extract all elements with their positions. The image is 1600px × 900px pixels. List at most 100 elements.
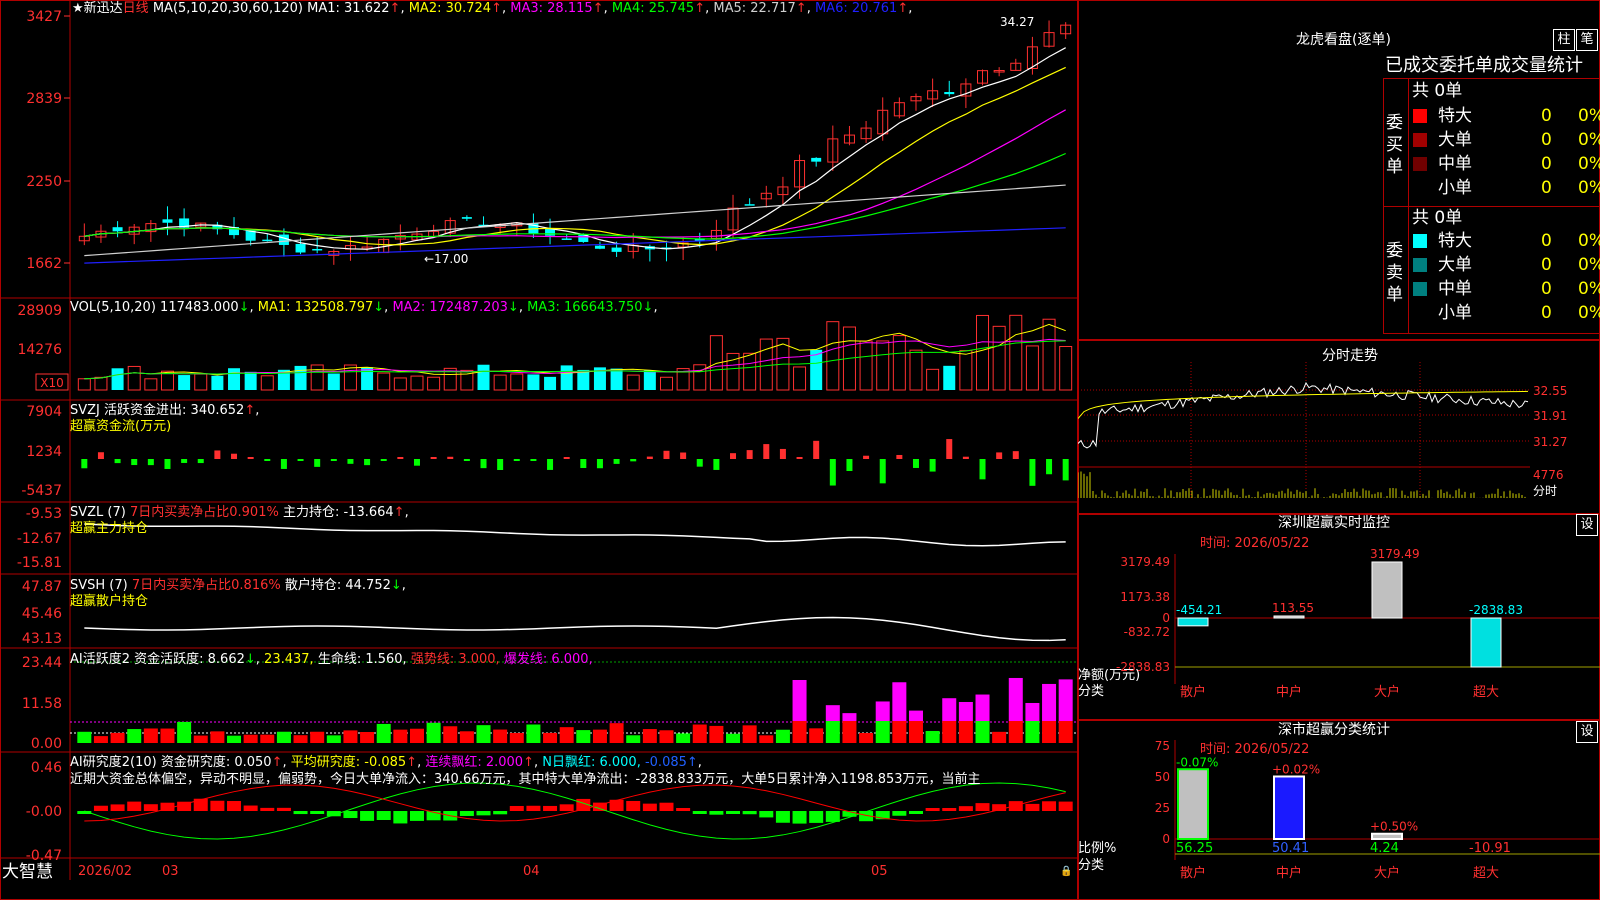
- vol-bar-6: [178, 375, 191, 390]
- ai2-bar-54: [975, 803, 990, 811]
- ai1-bar-14: [310, 731, 325, 743]
- svzj-bar-3: [131, 459, 138, 466]
- vol-bar-51: [926, 368, 940, 391]
- vol-bar-32: [610, 368, 623, 390]
- buy-row-swatch-2: [1413, 157, 1427, 171]
- monitor-bar-2: [1371, 561, 1403, 619]
- svzl-tick-2: -15.81: [17, 555, 62, 571]
- svzj-bar-10: [247, 457, 254, 459]
- tick-view-button[interactable]: 笔: [1576, 29, 1598, 51]
- svsh-tick-0: 47.87: [22, 579, 62, 595]
- lock-icon[interactable]: 🔒: [1060, 864, 1072, 880]
- favorite-star-icon[interactable]: ★: [72, 1, 84, 16]
- intraday-chart[interactable]: 32.55 31.91 31.27 4776 分时: [1078, 340, 1600, 514]
- ai2-bar-35: [659, 802, 674, 811]
- ai1-bar-25: [493, 729, 508, 743]
- vol-tick-0: 28909: [17, 303, 62, 319]
- period-label[interactable]: 日线: [123, 1, 149, 16]
- svzj-bar-8: [214, 450, 221, 459]
- classify-tick-1: 50: [1155, 770, 1170, 784]
- ai2-t1: 资金研究度: 0.050: [160, 755, 272, 770]
- ai1-bar-18: [376, 723, 391, 743]
- ai1-bar-43: [792, 721, 807, 743]
- buy-row-swatch-1: [1413, 133, 1427, 147]
- svzj-bar-59: [1062, 459, 1069, 481]
- classify-cat-0: 散户: [1180, 865, 1206, 881]
- vol-bar-37: [693, 364, 707, 391]
- svzj-bar-7: [197, 459, 204, 464]
- vol-bar-13: [294, 365, 307, 390]
- ai2-bar-40: [742, 811, 757, 815]
- vol-bar-17: [361, 367, 374, 390]
- date-axis-2: 04: [523, 864, 540, 879]
- candle-body-12: [278, 234, 289, 245]
- ai2-bar-28: [543, 805, 558, 811]
- svzj-bar-23: [463, 459, 470, 461]
- ai1-bar-29: [559, 727, 574, 743]
- svzj-bar-45: [829, 459, 836, 486]
- classify-ylabel: 比例%: [1078, 841, 1116, 856]
- bar-view-button[interactable]: 柱: [1553, 29, 1575, 51]
- ai1-bar-40: [742, 725, 757, 743]
- svzj-bar-54: [979, 459, 986, 480]
- vol-bar-11: [260, 375, 274, 391]
- ma-arrow-3: ↑: [592, 1, 604, 16]
- svzl-header: SVZL (7) 7日内买卖净占比0.901% 主力持仓: -13.664↑,: [70, 505, 409, 520]
- ai1-bar-52: [942, 721, 957, 743]
- ai2-tick-1: -0.00: [26, 804, 62, 820]
- sell-row-swatch-2: [1413, 282, 1427, 296]
- svzj-bar-0: [81, 459, 88, 469]
- low-price-label: ←17.00: [424, 252, 468, 266]
- ai1-bar-11: [260, 734, 275, 743]
- ai2-bar-51: [925, 808, 940, 811]
- svzj-bar-43: [796, 457, 803, 459]
- ma-sep-3: ,: [603, 1, 612, 16]
- svzj-bar-12: [280, 459, 287, 469]
- ma-arrow-5: ↑: [795, 1, 807, 16]
- monitor-value-3: -2838.83: [1469, 603, 1523, 617]
- ai1-bar-49: [892, 721, 907, 743]
- price-tick-1: 2839: [26, 91, 62, 107]
- ma-value-6: MA6: 20.761: [814, 1, 898, 16]
- sell-orders-label: 委卖单: [1386, 241, 1403, 305]
- ai2-bar-45: [825, 811, 840, 822]
- sell-row-pct-0: 0%: [1578, 231, 1600, 251]
- vol-ma-sep-3: ,: [653, 300, 658, 315]
- brand-logo[interactable]: 大智慧: [2, 861, 53, 883]
- svzj-bar-58: [1046, 459, 1053, 475]
- ai1-bar-50: [908, 721, 923, 743]
- ai2-t5: -0.085: [644, 755, 687, 770]
- svzj-bar-28: [547, 459, 554, 470]
- ai1-bar-10: [243, 734, 258, 743]
- svzj-bar-35: [663, 450, 670, 459]
- svzj-bar-39: [730, 453, 737, 459]
- date-axis-3: 05: [871, 864, 888, 879]
- svzj-bar-44: [813, 440, 820, 459]
- ai1-bar-36: [676, 733, 691, 743]
- ai1-bar-17: [360, 732, 375, 743]
- ai2-comment: 近期大资金总体偏空，异动不明显，偏弱势，今日大单净流入：340.66万元，其中特…: [70, 772, 981, 787]
- monitor-value-1: 113.55: [1272, 601, 1314, 615]
- vol-bar-25: [493, 374, 507, 391]
- ma-value-1: MA1: 31.622: [307, 1, 390, 16]
- monitor-tick-3: -832.72: [1124, 625, 1170, 639]
- classify-bar-2: [1371, 832, 1403, 841]
- monitor-tick-1: 1173.38: [1120, 590, 1170, 604]
- ai1-tick-2: 0.00: [31, 736, 62, 752]
- svsh-line: [84, 616, 1066, 642]
- buy-row-name-2: 中单: [1438, 154, 1472, 174]
- vol-bar-47: [859, 340, 873, 391]
- ma-arrow-1: ↑: [389, 1, 401, 16]
- vol-bar-43: [793, 366, 807, 391]
- ai2-bar-2: [110, 804, 125, 811]
- sell-row-pct-2: 0%: [1578, 279, 1600, 299]
- ai2-bar-16: [343, 811, 358, 819]
- vol-bar-2: [111, 368, 124, 390]
- svzj-bar-9: [231, 453, 238, 459]
- monitor-ylabel: 净额(万元): [1078, 668, 1140, 683]
- vol-bar-14: [310, 364, 324, 391]
- ai1-bar-9: [227, 735, 242, 743]
- vol-bar-8: [211, 375, 224, 390]
- ai1-bar-24: [476, 725, 491, 743]
- ma-value-5: MA5: 22.717: [713, 1, 796, 16]
